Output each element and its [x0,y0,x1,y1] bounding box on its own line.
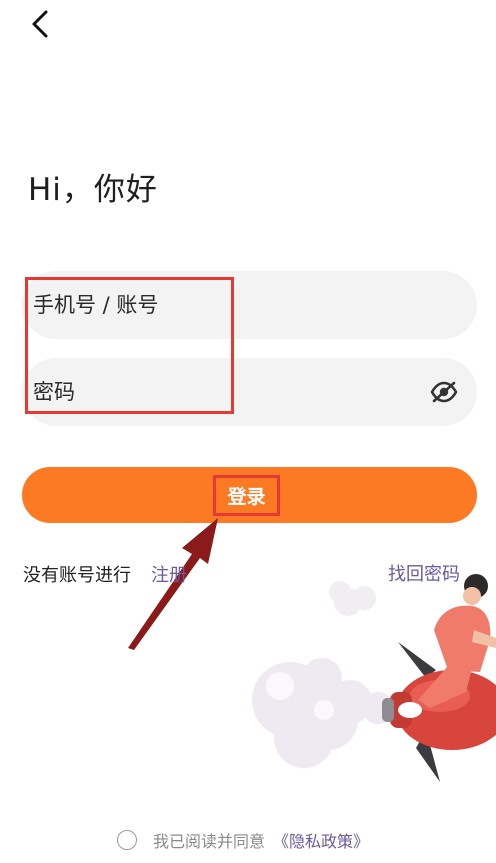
register-link[interactable]: 注册 [151,561,187,587]
password-field [22,358,477,426]
back-button[interactable] [22,6,58,42]
account-field [22,271,477,339]
privacy-policy-link[interactable]: 《隐私政策》 [273,828,369,852]
privacy-checkbox[interactable] [117,830,137,850]
password-visibility-toggle[interactable] [429,378,459,406]
forgot-password-link[interactable]: 找回密码 [388,560,460,586]
chevron-left-icon [32,10,48,38]
account-input[interactable] [33,271,453,339]
privacy-agree-text: 我已阅读并同意 [153,832,266,851]
privacy-agreement-row: 我已阅读并同意 《隐私政策》 [117,828,369,852]
greeting-title: Hi，你好 [28,172,158,208]
no-account-text: 没有账号进行 [23,565,131,586]
eye-hidden-icon [430,381,458,403]
rocket-illustration [252,574,496,782]
password-input[interactable] [33,358,413,426]
